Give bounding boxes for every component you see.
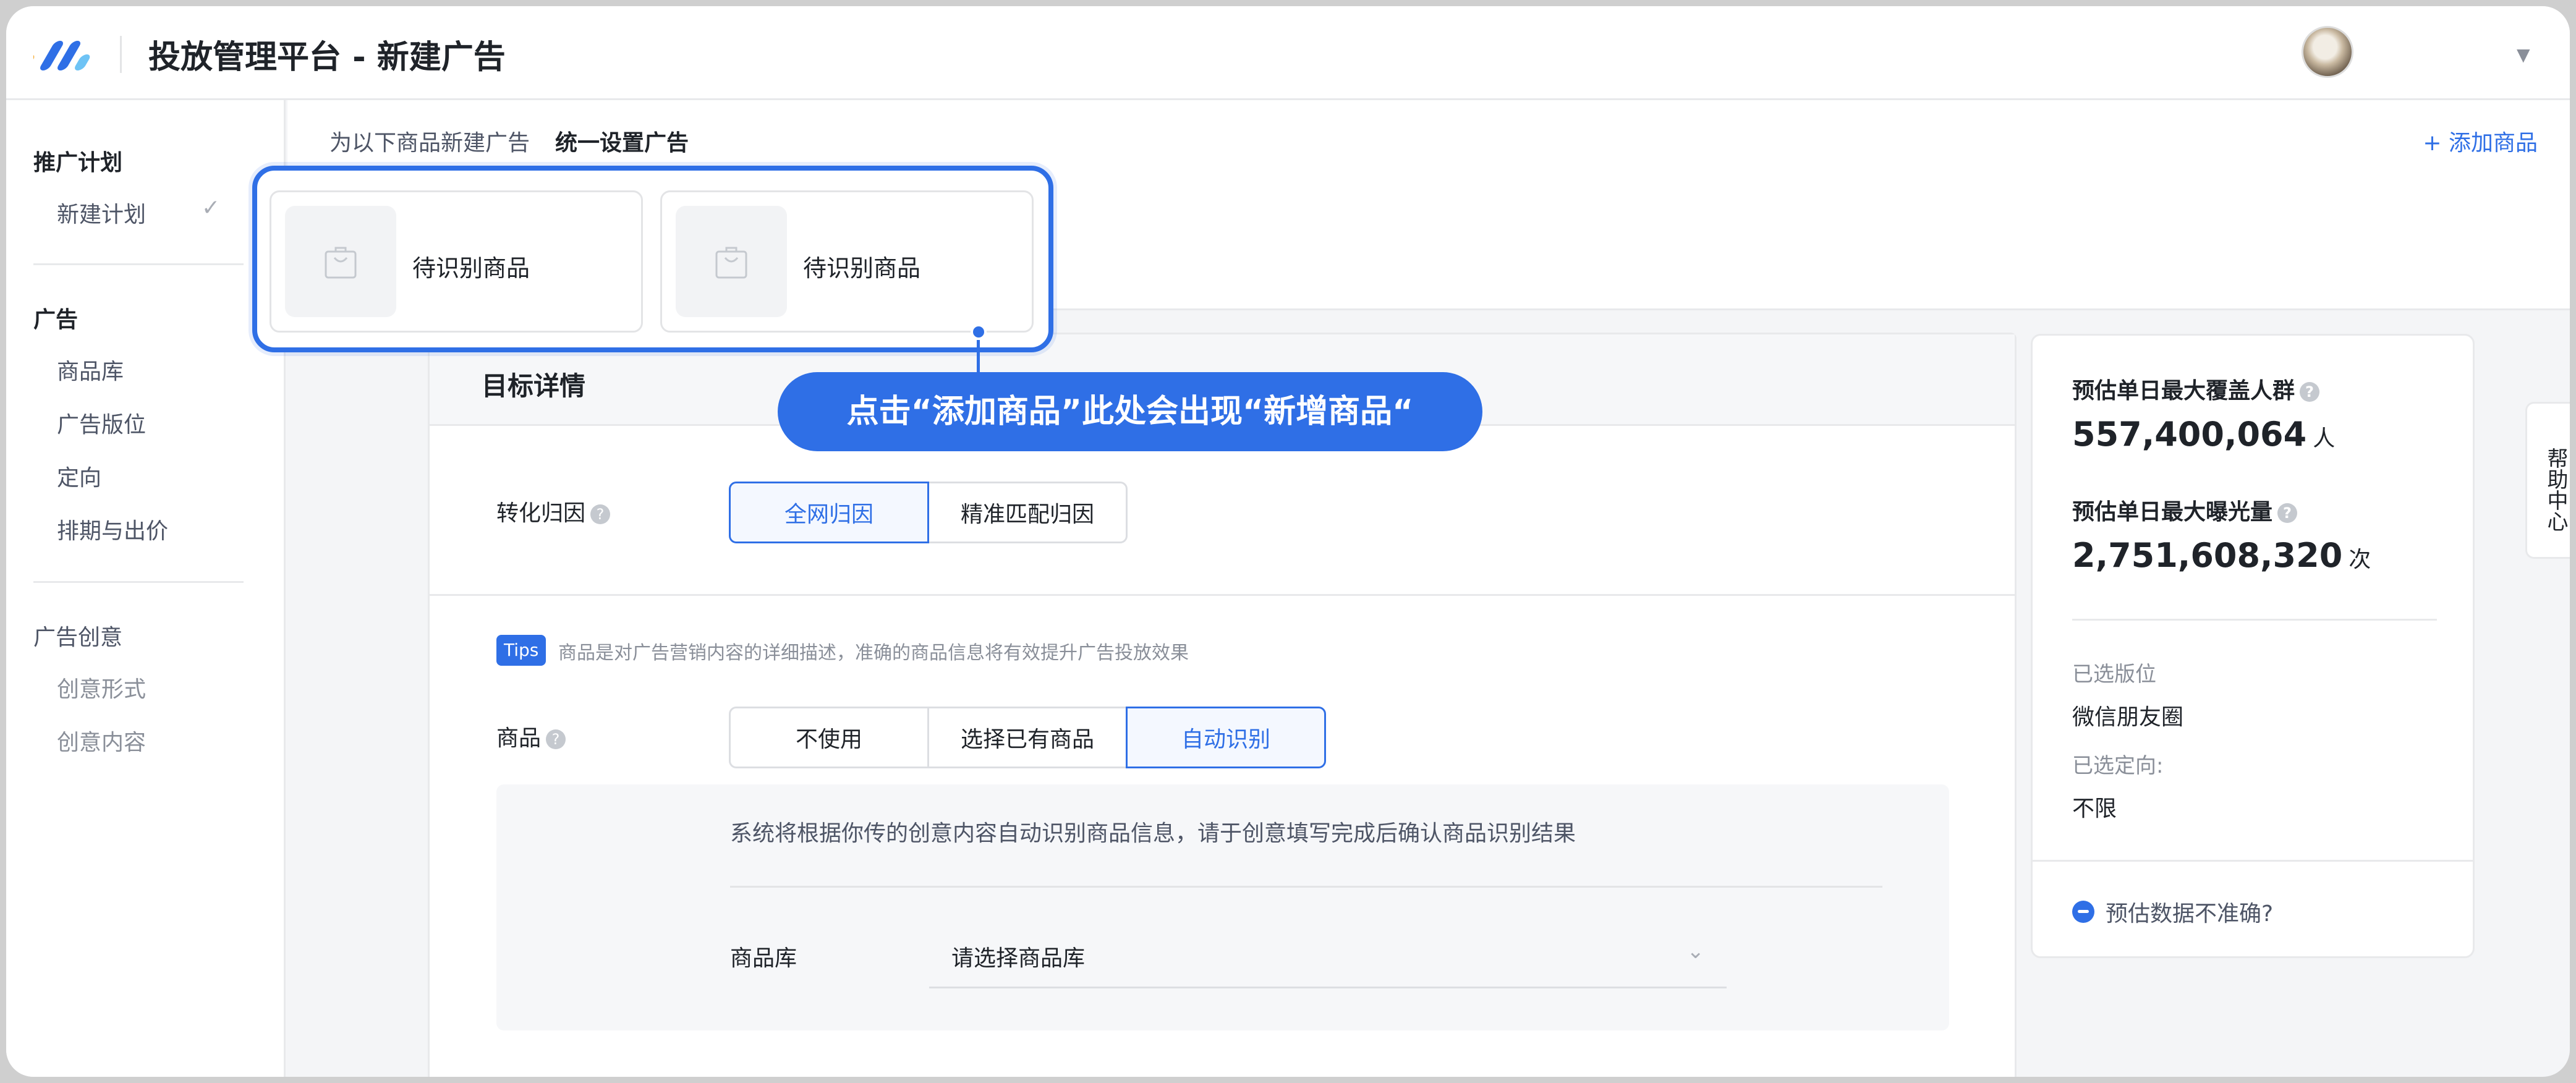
attribution-label-text: 转化归因: [496, 501, 586, 526]
option-network-attribution[interactable]: 全网归因: [729, 482, 929, 543]
add-product-button[interactable]: + 添加商品: [2423, 125, 2538, 157]
sidebar-group-creative: 广告创意: [33, 625, 123, 650]
placement-label: 已选版位: [2072, 662, 2156, 687]
unified-setting-link[interactable]: 统一设置广告: [555, 125, 689, 157]
sidebar-divider: [33, 263, 244, 265]
sidebar-group-ad: 广告: [33, 307, 79, 333]
targeting-value: 不限: [2072, 796, 2117, 822]
panel-divider: [730, 886, 1882, 888]
reach-number: 557,400,064: [2072, 415, 2307, 454]
attribution-label: 转化归因?: [496, 495, 611, 527]
sidebar-item-creative-content[interactable]: 创意内容: [57, 724, 146, 757]
callout-connector: [977, 340, 980, 377]
shopping-bag-icon: [325, 247, 357, 279]
product-card[interactable]: 待识别商品: [660, 190, 1034, 333]
feedback-link[interactable]: 预估数据不准确?: [2072, 896, 2273, 928]
card-title: 目标详情: [482, 371, 586, 401]
help-icon[interactable]: ?: [2277, 503, 2298, 523]
shopping-bag-icon: [715, 247, 747, 279]
targeting-label: 已选定向:: [2072, 754, 2164, 778]
option-precise-attribution[interactable]: 精准匹配归因: [927, 482, 1128, 543]
help-center-tab[interactable]: 帮助中心: [2525, 402, 2570, 559]
impressions-number: 2,751,608,320: [2072, 536, 2343, 575]
sidebar-item-targeting[interactable]: 定向: [57, 460, 101, 492]
auto-detect-panel: 系统将根据你传的创意内容自动识别商品信息，请于创意填写完成后确认商品识别结果 商…: [496, 784, 1949, 1030]
product-card[interactable]: 待识别商品: [270, 190, 643, 333]
estimate-card: 预估单日最大覆盖人群? 557,400,064 人 预估单日最大曝光量? 2,75…: [2031, 334, 2475, 958]
help-icon[interactable]: ?: [546, 729, 566, 749]
impressions-label-text: 预估单日最大曝光量: [2072, 499, 2273, 525]
section-divider: [430, 594, 2015, 596]
strip-label: 为以下商品新建广告: [329, 130, 530, 156]
impressions-label: 预估单日最大曝光量?: [2072, 494, 2298, 526]
tips-badge: Tips: [496, 635, 546, 666]
logo-separator: [120, 36, 122, 73]
sidebar: 推广计划 新建计划 ✓ 广告 商品库 广告版位 定向 排期与出价 广告创意 创意…: [6, 100, 286, 1077]
product-card-label: 待识别商品: [803, 255, 921, 282]
callout-anchor-dot: [971, 324, 987, 340]
product-thumbnail: [285, 206, 396, 317]
product-card-label: 待识别商品: [412, 255, 530, 282]
app-window: 投放管理平台 - 新建广告 ▼ 推广计划 新建计划 ✓ 广告 商品库 广告版位 …: [6, 6, 2570, 1077]
chat-bubble-icon: [2072, 901, 2094, 923]
top-header: 投放管理平台 - 新建广告 ▼: [6, 6, 2570, 100]
brand-logo-icon: [33, 41, 90, 70]
impressions-value: 2,751,608,320 次: [2072, 536, 2371, 575]
tips-text: 商品是对广告营销内容的详细描述，准确的商品信息将有效提升广告投放效果: [558, 642, 1189, 664]
reach-value: 557,400,064 人: [2072, 415, 2335, 454]
sidebar-item-schedule-bid[interactable]: 排期与出价: [57, 513, 168, 545]
sidebar-item-product-library[interactable]: 商品库: [57, 354, 124, 386]
reach-label-text: 预估单日最大覆盖人群: [2072, 378, 2295, 404]
page-title: 投放管理平台 - 新建广告: [148, 39, 506, 76]
estimate-footer-divider: [2033, 860, 2473, 862]
product-label-text: 商品: [496, 726, 542, 751]
sidebar-group-plan: 推广计划: [33, 150, 123, 176]
product-thumbnail: [676, 206, 787, 317]
sidebar-item-ad-placement[interactable]: 广告版位: [57, 407, 146, 439]
help-icon[interactable]: ?: [590, 504, 611, 524]
annotation-callout: 点击“添加商品”此处会出现“新增商品“: [778, 372, 1482, 451]
logo-bar-1: [33, 54, 35, 70]
placement-value: 微信朋友圈: [2072, 705, 2184, 730]
estimate-divider: [2072, 619, 2437, 621]
option-auto-detect[interactable]: 自动识别: [1126, 707, 1326, 768]
chevron-down-icon[interactable]: ▼: [2517, 45, 2530, 65]
feedback-text: 预估数据不准确?: [2106, 901, 2274, 927]
attribution-segmented: 全网归因 精准匹配归因: [729, 482, 1128, 543]
product-segmented: 不使用 选择已有商品 自动识别: [729, 707, 1326, 768]
reach-unit: 人: [2313, 426, 2336, 451]
check-icon: ✓: [202, 195, 221, 221]
new-products-highlight: 待识别商品 待识别商品: [252, 166, 1053, 352]
help-icon[interactable]: ?: [2300, 382, 2320, 402]
logo-bar-4: [75, 54, 90, 70]
sidebar-item-creative-format[interactable]: 创意形式: [57, 671, 146, 703]
user-avatar[interactable]: [2302, 26, 2353, 78]
auto-detect-description: 系统将根据你传的创意内容自动识别商品信息，请于创意填写完成后确认商品识别结果: [730, 821, 1576, 846]
reach-label: 预估单日最大覆盖人群?: [2072, 373, 2320, 405]
product-library-select[interactable]: 请选择商品库 ⌄: [929, 920, 1727, 988]
chevron-down-icon: ⌄: [1686, 939, 1705, 964]
sidebar-item-new-plan[interactable]: 新建计划: [57, 197, 146, 229]
option-no-product[interactable]: 不使用: [729, 707, 929, 768]
product-library-label: 商品库: [730, 946, 797, 971]
option-existing-product[interactable]: 选择已有商品: [927, 707, 1128, 768]
sidebar-divider: [33, 581, 244, 583]
product-library-placeholder: 请选择商品库: [951, 946, 1086, 971]
product-label: 商品?: [496, 720, 566, 752]
impressions-unit: 次: [2349, 547, 2371, 572]
